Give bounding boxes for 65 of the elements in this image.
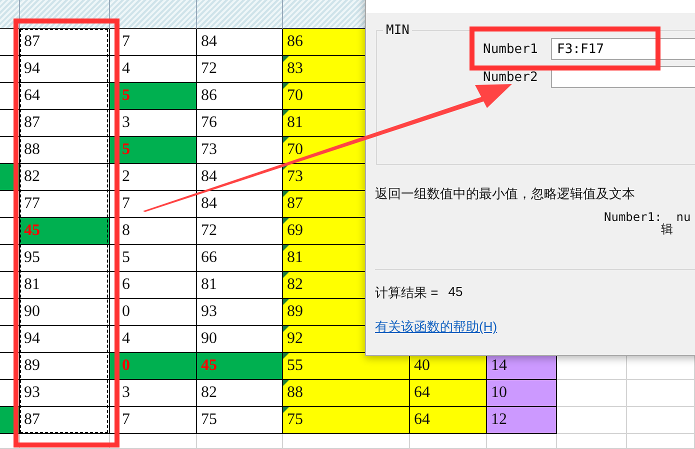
table-cell: 10: [487, 380, 557, 407]
table-cell: 84: [197, 164, 283, 191]
table-cell: 87: [20, 29, 110, 56]
table-cell: 87: [20, 110, 110, 137]
table-cell: 87: [20, 407, 110, 434]
table-cell: 5: [110, 245, 197, 272]
table-cell: 93: [197, 299, 283, 326]
table-cell: 89: [20, 353, 110, 380]
table-cell: 93: [20, 380, 110, 407]
table-cell: 66: [197, 245, 283, 272]
argument-field[interactable]: F3:F17: [551, 38, 695, 60]
table-cell: 72: [197, 56, 283, 83]
table-cell: 94: [20, 326, 110, 353]
table-cell: 72: [197, 218, 283, 245]
table-cell: 90: [20, 299, 110, 326]
table-cell: 6: [110, 272, 197, 299]
argument-help-text: Number1: nu: [604, 211, 691, 223]
table-cell: [487, 434, 557, 449]
table-cell: [557, 380, 627, 407]
table-cell: 88: [20, 137, 110, 164]
table-cell: 81: [20, 272, 110, 299]
table-cell: [627, 407, 695, 434]
table-cell: 84: [197, 191, 283, 218]
argument-help-text: 辑: [660, 223, 673, 235]
table-cell: 95: [20, 245, 110, 272]
table-cell: 86: [197, 83, 283, 110]
table-cell: 94: [20, 56, 110, 83]
table-cell: 64: [20, 83, 110, 110]
table-cell: 45: [197, 353, 283, 380]
table-cell: 76: [197, 110, 283, 137]
table-cell: 75: [197, 407, 283, 434]
table-cell: 2: [110, 164, 197, 191]
table-cell: 4: [110, 56, 197, 83]
table-cell: 77: [20, 191, 110, 218]
table-cell: [627, 434, 695, 449]
table-cell: 4: [110, 326, 197, 353]
table-cell: 7: [110, 407, 197, 434]
table-cell: 75: [283, 407, 410, 434]
table-cell: [627, 380, 695, 407]
table-cell: 12: [487, 407, 557, 434]
argument-label: Number1: [483, 42, 539, 56]
table-cell: 8: [110, 218, 197, 245]
table-cell: 88: [283, 380, 410, 407]
table-cell: 82: [197, 380, 283, 407]
table-cell: 7: [110, 191, 197, 218]
table-cell: 7: [110, 29, 197, 56]
argument-label: Number2: [483, 70, 539, 84]
result-value: 45: [448, 284, 463, 301]
table-cell: 45: [20, 218, 110, 245]
table-cell: 3: [110, 380, 197, 407]
table-cell: [557, 434, 627, 449]
table-cell: 3: [110, 110, 197, 137]
table-cell: [557, 407, 627, 434]
table-cell: 55: [283, 353, 410, 380]
table-cell: 5: [110, 137, 197, 164]
table-cell: 82: [20, 164, 110, 191]
table-cell: 5: [110, 83, 197, 110]
table-cell: 84: [197, 29, 283, 56]
table-cell: 0: [110, 299, 197, 326]
table-cell: 90: [197, 326, 283, 353]
table-cell: 0: [110, 353, 197, 380]
table-cell: 73: [197, 137, 283, 164]
table-cell: 64: [410, 407, 487, 434]
table-cell: 64: [410, 380, 487, 407]
table-cell: 81: [197, 272, 283, 299]
